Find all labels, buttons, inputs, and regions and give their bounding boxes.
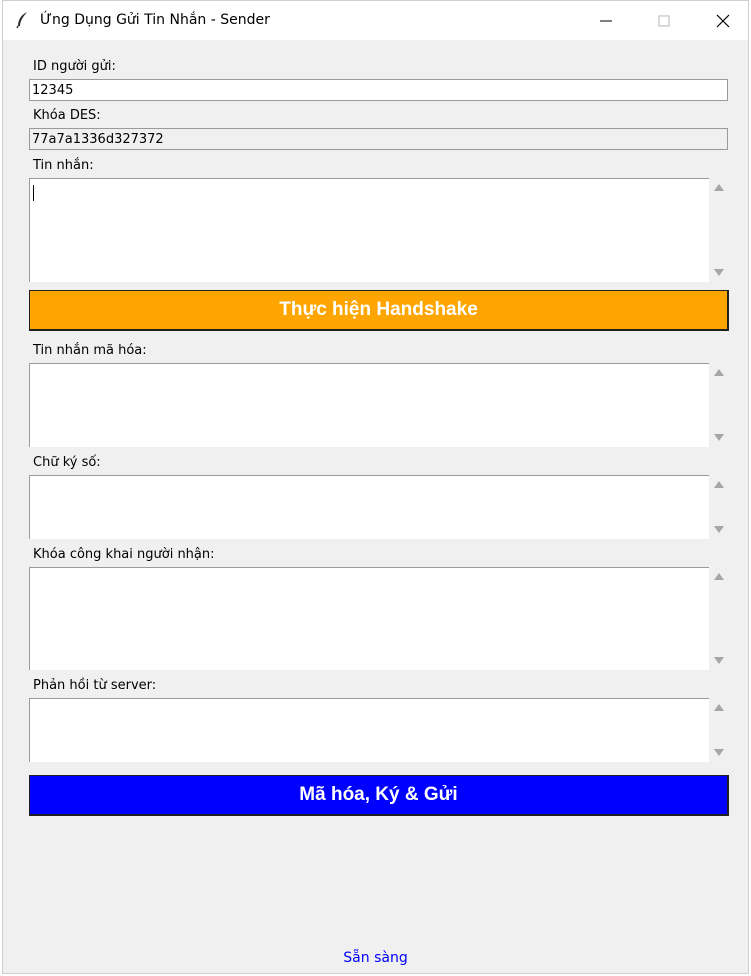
server-response-textarea[interactable] <box>29 698 709 762</box>
receiver-public-key-label: Khóa công khai người nhận: <box>33 547 215 562</box>
signature-scrollbar[interactable] <box>709 475 728 539</box>
des-key-label: Khóa DES: <box>33 108 101 123</box>
minimize-button[interactable] <box>583 1 629 40</box>
scroll-down-icon[interactable] <box>714 269 724 276</box>
message-label: Tin nhắn: <box>33 158 94 173</box>
scroll-up-icon[interactable] <box>714 369 724 376</box>
scroll-up-icon[interactable] <box>714 573 724 580</box>
scroll-up-icon[interactable] <box>714 184 724 191</box>
scroll-down-icon[interactable] <box>714 434 724 441</box>
receiver-public-key-textarea[interactable] <box>29 567 709 670</box>
signature-textarea[interactable] <box>29 475 709 539</box>
close-button[interactable] <box>700 1 746 40</box>
server-response-label: Phản hồi từ server: <box>33 678 157 693</box>
scroll-down-icon[interactable] <box>714 526 724 533</box>
feather-icon <box>15 11 31 29</box>
sender-window: Ứng Dụng Gửi Tin Nhắn - Sender ID người … <box>2 0 749 974</box>
encrypted-message-label: Tin nhắn mã hóa: <box>33 343 147 358</box>
maximize-icon <box>658 15 670 27</box>
title-bar[interactable]: Ứng Dụng Gửi Tin Nhắn - Sender <box>3 1 748 40</box>
des-key-field[interactable] <box>29 128 728 150</box>
scroll-down-icon[interactable] <box>714 749 724 756</box>
minimize-icon <box>600 15 612 27</box>
handshake-button[interactable]: Thực hiện Handshake <box>29 290 729 331</box>
sender-id-label: ID người gửi: <box>33 59 116 74</box>
encrypt-sign-send-button[interactable]: Mã hóa, Ký & Gửi <box>29 775 729 816</box>
encrypted-message-textarea[interactable] <box>29 363 709 447</box>
sender-id-input[interactable] <box>29 79 728 101</box>
window-title: Ứng Dụng Gửi Tin Nhắn - Sender <box>40 12 270 28</box>
receiver-public-key-scrollbar[interactable] <box>709 567 728 670</box>
status-label: Sẵn sàng <box>343 950 408 966</box>
signature-label: Chữ ký số: <box>33 455 101 470</box>
encrypted-message-scrollbar[interactable] <box>709 363 728 447</box>
maximize-button[interactable] <box>641 1 687 40</box>
scroll-up-icon[interactable] <box>714 704 724 711</box>
message-scrollbar[interactable] <box>709 178 728 282</box>
text-cursor <box>33 185 34 201</box>
message-textarea[interactable] <box>29 178 709 282</box>
server-response-scrollbar[interactable] <box>709 698 728 762</box>
close-icon <box>716 14 730 28</box>
scroll-down-icon[interactable] <box>714 657 724 664</box>
scroll-up-icon[interactable] <box>714 481 724 488</box>
